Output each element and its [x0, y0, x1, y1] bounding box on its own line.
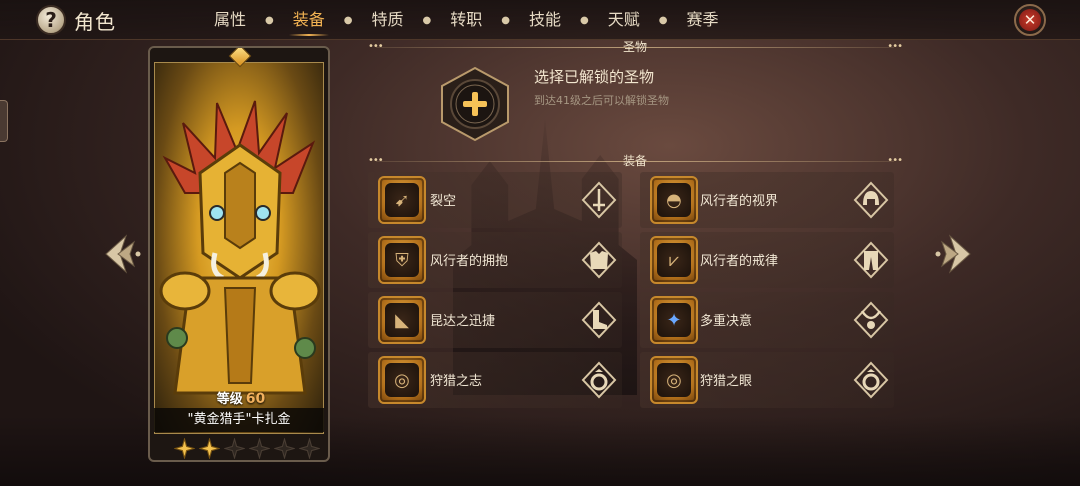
hero-level-value: 60 [245, 391, 266, 407]
equipment-slot-necklace[interactable]: ✦ 多重决意 [640, 292, 894, 348]
amulet-icon: ✦ [650, 296, 698, 344]
tab-class-change[interactable]: 转职 [434, 0, 498, 40]
tab-equipment[interactable]: 装备 [277, 0, 341, 40]
legs-slot-icon [852, 241, 890, 279]
relic-section-title: 圣物 [622, 40, 648, 54]
ornament-dots: ••• [887, 155, 903, 166]
equipment-name: 风行者的拥抱 [430, 254, 509, 269]
relic-section-header: ••• ••• 圣物 [366, 40, 904, 56]
tab-season[interactable]: 赛季 [671, 0, 735, 40]
tab-separator: ● [580, 14, 589, 26]
ring-icon: ◎ [378, 356, 426, 404]
arrow-right-icon [935, 234, 971, 274]
tab-skills[interactable]: 技能 [513, 0, 577, 40]
star-empty-icon [299, 438, 320, 459]
star-empty-icon [224, 438, 245, 459]
hero-level: 等级 60 [150, 388, 328, 407]
ornament-dots: ••• [368, 155, 384, 166]
tab-separator: ● [658, 14, 668, 26]
equipment-name: 昆达之迅捷 [430, 314, 496, 329]
weapon-slot-icon [580, 181, 618, 219]
boots-icon: ◣ [378, 296, 426, 344]
star-filled-icon [174, 438, 195, 459]
equipment-slot-ring-1[interactable]: ◎ 狩猎之志 [368, 352, 622, 408]
equipment-name: 风行者的戒律 [700, 254, 779, 269]
equipment-slot-ring-2[interactable]: ◎ 狩猎之眼 [640, 352, 894, 408]
tab-separator: ● [422, 14, 432, 26]
tab-traits[interactable]: 特质 [356, 0, 420, 40]
equipment-name: 狩猎之眼 [700, 374, 753, 389]
equipment-section-header: ••• ••• 装备 [366, 154, 904, 170]
equipment-section-title: 装备 [622, 154, 648, 168]
arrow-left-icon [105, 234, 141, 274]
tab-attributes[interactable]: 属性 [198, 0, 262, 40]
equipment-slot-helmet[interactable]: ◓ 风行者的视界 [640, 172, 894, 228]
leggings-icon: ⩗ [650, 236, 698, 284]
next-hero-button[interactable] [932, 232, 972, 276]
equipment-name: 风行者的视界 [700, 194, 779, 209]
hero-name: "黄金猎手"卡扎金 [154, 408, 324, 432]
equipment-name: 狩猎之志 [430, 374, 483, 389]
hero-card[interactable]: 等级 60 "黄金猎手"卡扎金 [148, 46, 330, 462]
previous-hero-button[interactable] [104, 232, 144, 276]
relic-title: 选择已解锁的圣物 [534, 68, 655, 86]
tab-separator: ● [501, 14, 510, 26]
question-mark-icon[interactable]: ? [36, 5, 66, 35]
tab-talents[interactable]: 天赋 [592, 0, 656, 40]
top-bar: ? 角色 属性 ● 装备 ● 特质 ● 转职 ● 技能 ● 天赋 ● 赛季 ✕ [0, 0, 1080, 40]
tab-separator: ● [265, 14, 274, 26]
equipment-slot-weapon[interactable]: ➹ 裂空 [368, 172, 622, 228]
equipment-name: 多重决意 [700, 314, 753, 329]
equipment-name: 裂空 [430, 194, 457, 209]
equipment-slot-boots[interactable]: ◣ 昆达之迅捷 [368, 292, 622, 348]
close-icon: ✕ [1019, 9, 1041, 31]
tab-bar: 属性 ● 装备 ● 特质 ● 转职 ● 技能 ● 天赋 ● 赛季 [198, 0, 735, 40]
ring-icon: ◎ [650, 356, 698, 404]
hero-star-rating [174, 438, 320, 459]
hero-portrait [154, 62, 324, 434]
tab-separator: ● [343, 14, 353, 26]
relic-subtitle: 到达41级之后可以解锁圣物 [534, 94, 669, 107]
star-filled-icon [199, 438, 220, 459]
necklace-slot-icon [852, 301, 890, 339]
equipment-slot-legs[interactable]: ⩗ 风行者的戒律 [640, 232, 894, 288]
side-drawer-handle[interactable] [0, 100, 8, 142]
ornament-dots: ••• [368, 41, 384, 52]
helmet-slot-icon [852, 181, 890, 219]
star-empty-icon [274, 438, 295, 459]
bow-icon: ➹ [378, 176, 426, 224]
chest-slot-icon [580, 241, 618, 279]
chest-armor-icon: ⛨ [378, 236, 426, 284]
hero-level-label: 等级 [216, 392, 243, 407]
star-empty-icon [249, 438, 270, 459]
screen-title: 角色 [74, 10, 116, 34]
ring-slot-icon [580, 361, 618, 399]
close-button[interactable]: ✕ [1014, 4, 1046, 36]
boots-slot-icon [580, 301, 618, 339]
golden-armored-hero-illustration [159, 100, 321, 395]
hood-icon: ◓ [650, 176, 698, 224]
ring-slot-icon [852, 361, 890, 399]
add-relic-button[interactable] [436, 66, 514, 142]
equipment-slot-chest[interactable]: ⛨ 风行者的拥抱 [368, 232, 622, 288]
plus-icon [441, 66, 509, 142]
ornament-dots: ••• [887, 41, 903, 52]
